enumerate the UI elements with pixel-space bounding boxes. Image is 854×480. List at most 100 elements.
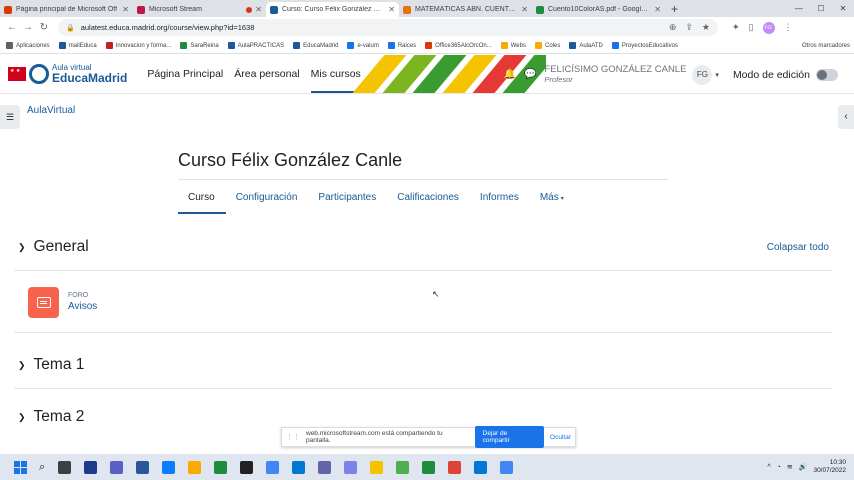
course-nav-tab[interactable]: Participantes [308,186,387,214]
chevron-down-icon[interactable]: ❯ [18,412,26,423]
tab-favicon-icon [4,5,12,14]
bookmark-item[interactable]: EducaMadrid [293,42,338,49]
taskbar-app-icon[interactable] [499,460,513,474]
windows-start-icon[interactable] [14,460,27,474]
taskbar-app-icon[interactable] [317,460,331,474]
edit-mode-toggle[interactable] [816,68,838,81]
bookmark-item[interactable]: Coles [534,42,560,49]
user-info[interactable]: FELICÍSIMO GONZÁLEZ CANLE Profesor [544,64,686,84]
block-drawer-chevron-icon[interactable]: ‹ [838,105,854,129]
browser-tab[interactable]: Curso: Curso Félix González Canle ✕ [266,2,399,17]
activity-name-link[interactable]: Avisos [68,300,97,314]
breadcrumb[interactable]: AulaVirtual [27,105,75,116]
course-index-drawer-icon[interactable]: ☰ [0,105,20,129]
user-avatar[interactable]: FG [692,64,713,85]
share-icon[interactable]: ⇪ [685,22,693,33]
taskbar-app-icon[interactable] [343,460,357,474]
taskbar-app-icon[interactable] [473,460,487,474]
side-panel-icon[interactable]: ▯ [749,22,754,33]
activity-forum[interactable]: FORO Avisos [28,287,97,318]
taskbar-app-icon[interactable] [421,460,435,474]
extensions-icon[interactable]: ✦ [732,22,740,33]
url-field[interactable]: 🔒 aulatest.educa.madrid.org/course/view.… [58,19,718,36]
taskbar-app-icon[interactable] [447,460,461,474]
taskbar-app-icon[interactable] [57,460,71,474]
course-secondary-nav: Curso Configuración Participantes Calificac… [178,186,575,214]
close-tab-icon[interactable]: ✕ [388,5,395,14]
taskbar-app-icon[interactable] [161,460,175,474]
logo-circle-icon [29,64,49,84]
section-title: Tema 2 [33,408,85,425]
close-window-icon[interactable]: ✕ [832,0,854,17]
taskbar-app-icon[interactable] [83,460,97,474]
bookmark-item[interactable]: mailEduca [58,42,97,49]
nav-link[interactable]: Área personal [234,55,299,93]
chevron-down-icon[interactable]: ❯ [18,242,26,253]
new-tab-button[interactable]: + [665,2,684,17]
wifi-icon[interactable]: ≋ [787,463,793,471]
course-nav-tab[interactable]: Informes [470,186,530,214]
browser-tab[interactable]: Cuento10ColorAS.pdf - Google Dr ✕ [532,2,665,17]
stop-sharing-button[interactable]: Dejar de compartir [474,426,545,448]
tab-favicon-icon [270,5,278,14]
taskbar-app-icon[interactable] [369,460,383,474]
nav-link[interactable]: Página Principal [147,55,223,93]
close-tab-icon[interactable]: ✕ [521,5,528,14]
bookmark-item[interactable]: Aplicaciones [6,42,50,49]
bookmark-item[interactable]: AulaPRACTICAS [227,42,284,49]
course-nav-tab[interactable]: Calificaciones [387,186,470,214]
zoom-icon[interactable]: ⊕ [669,22,677,33]
search-icon[interactable]: ⌕ [39,461,45,474]
messages-icon[interactable]: 💬 [524,69,536,80]
minimize-icon[interactable]: — [788,0,810,17]
volume-icon[interactable]: 🔊 [799,463,808,471]
section-header-tema-2[interactable]: ❯ Tema 2 [18,408,84,426]
bookmark-item[interactable]: e-valum [347,42,379,49]
taskbar-app-icon[interactable] [109,460,123,474]
bookmark-item[interactable]: AulaATD [569,42,603,49]
taskbar-app-icon[interactable] [187,460,201,474]
bookmark-item[interactable]: Raices [387,42,416,49]
section-header-general[interactable]: ❯ General [18,238,89,256]
browser-tab[interactable]: Página principal de Microsoft Off ✕ [0,2,133,17]
taskbar-app-icon[interactable] [395,460,409,474]
browser-tab[interactable]: MATEMÁTICAS ABN. CUENTO "LO ✕ [399,2,532,17]
bookmark-star-icon[interactable]: ★ [702,22,710,33]
taskbar-app-icon[interactable] [213,460,227,474]
course-nav-tab[interactable]: Curso [178,186,226,214]
collapse-all-link[interactable]: Colapsar todo [767,242,829,253]
chevron-down-icon[interactable]: ❯ [18,360,26,371]
section-header-tema-1[interactable]: ❯ Tema 1 [18,356,84,374]
bookmark-item[interactable]: Office365AlcOrcOn... [425,42,492,49]
forward-icon[interactable]: → [20,22,36,33]
hide-button[interactable]: Ocultar [550,434,571,441]
other-bookmarks[interactable]: Otros marcadores [799,43,850,49]
chevron-down-icon[interactable]: ▾ [715,71,719,79]
browser-tab[interactable]: Microsoft Stream ✕ [133,2,266,17]
close-tab-icon[interactable]: ✕ [122,5,129,14]
taskbar-app-icon[interactable] [239,460,253,474]
bookmark-item[interactable]: ProyectosEducativos [611,42,678,49]
back-icon[interactable]: ← [4,22,20,33]
maximize-icon[interactable]: ☐ [810,0,832,17]
chevron-up-icon[interactable]: ^ [767,464,770,471]
taskbar-app-icon[interactable] [135,460,149,474]
bookmark-item[interactable]: Webs [500,42,526,49]
course-nav-tab[interactable]: Más ▾ [530,186,575,214]
close-tab-icon[interactable]: ✕ [255,5,262,14]
network-icon[interactable]: ◔ [777,464,781,471]
taskbar-app-icon[interactable] [265,460,279,474]
clock-time: 10:30 [829,459,846,467]
close-tab-icon[interactable]: ✕ [654,5,661,14]
bookmark-item[interactable]: Innovacion y forma... [105,42,171,49]
course-nav-tab[interactable]: Configuración [226,186,309,214]
clock[interactable]: 10:30 30/07/2022 [813,459,846,475]
profile-avatar[interactable]: FG [762,21,775,34]
drag-handle-icon[interactable]: ⋮⋮ [286,433,300,441]
bookmark-item[interactable]: SaraReina [180,42,219,49]
taskbar-app-icon[interactable] [291,460,305,474]
educamadrid-logo[interactable]: Aula virtual EducaMadrid [8,64,127,84]
reload-icon[interactable]: ↻ [36,22,52,33]
notifications-bell-icon[interactable]: 🔔 [504,69,516,80]
menu-kebab-icon[interactable]: ⋮ [784,22,793,33]
